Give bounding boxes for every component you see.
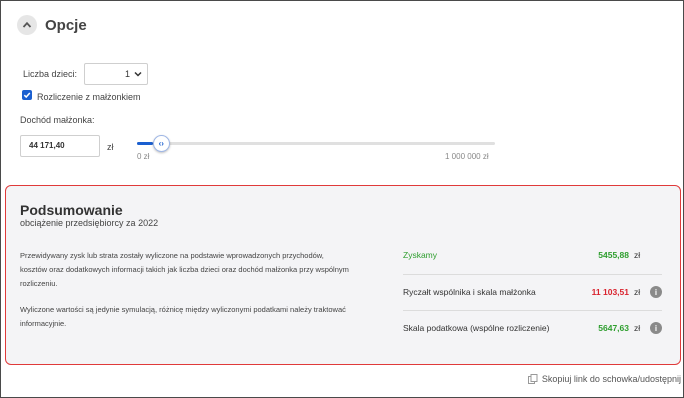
spouse-settlement-label[interactable]: Rozliczenie z małżonkiem: [37, 92, 141, 102]
app-window: Opcje Liczba dzieci: 1 Rozliczenie z mał…: [0, 0, 684, 398]
spouse-income-slider-handle[interactable]: ‹›: [152, 135, 170, 152]
checkmark-icon: [23, 92, 31, 99]
row-unit: zł: [634, 287, 641, 297]
spouse-income-input[interactable]: 44 171,40: [20, 135, 100, 157]
summary-paragraph-1: Przewidywany zysk lub strata zostały wyl…: [20, 251, 349, 288]
spouse-income-slider-track[interactable]: [137, 142, 495, 145]
copy-link-button[interactable]: Skopiuj link do schowka/udostępnij: [527, 374, 681, 384]
chevron-up-icon[interactable]: [17, 15, 37, 35]
summary-row-savings: Zyskamy 5455,88 zł: [403, 237, 662, 273]
summary-subtitle: obciążenie przedsiębiorcy za 2022: [20, 218, 159, 228]
summary-title: Podsumowanie: [20, 202, 123, 218]
copy-link-label: Skopiuj link do schowka/udostępnij: [541, 374, 681, 384]
row-unit: zł: [634, 323, 641, 333]
options-title: Opcje: [45, 16, 87, 34]
children-count-select[interactable]: 1: [84, 63, 148, 85]
summary-row-tax-scale: Skala podatkowa (wspólne rozliczenie) 56…: [403, 310, 662, 346]
children-count-label: Liczba dzieci:: [23, 69, 78, 79]
children-count-value: 1: [124, 69, 130, 79]
row-value: 5647,63: [598, 323, 629, 333]
row-label: Skala podatkowa (wspólne rozliczenie): [403, 323, 550, 333]
row-value: 11 103,51: [591, 287, 629, 297]
slider-max-label: 1 000 000 zł: [445, 152, 489, 161]
summary-paragraph-2: Wyliczone wartości są jedynie symulacją,…: [20, 305, 346, 328]
copy-icon: [527, 374, 538, 384]
slider-min-label: 0 zł: [137, 152, 150, 161]
spouse-income-label: Dochód małżonka:: [20, 115, 95, 125]
slider-arrows-icon: ‹›: [158, 139, 164, 148]
info-icon[interactable]: i: [650, 322, 662, 334]
options-section-header[interactable]: Opcje: [17, 15, 87, 35]
spouse-income-slider-fill: [137, 142, 153, 145]
chevron-down-icon: [134, 71, 142, 77]
spouse-settlement-checkbox[interactable]: [22, 90, 32, 100]
row-label: Ryczałt wspólnika i skala małżonka: [403, 287, 536, 297]
row-value: 5455,88: [598, 250, 629, 260]
row-unit: zł: [634, 250, 641, 260]
info-icon[interactable]: i: [650, 286, 662, 298]
summary-row-flat-tax: Ryczałt wspólnika i skala małżonka 11 10…: [403, 274, 662, 310]
row-label: Zyskamy: [403, 250, 437, 260]
spouse-income-unit: zł: [107, 142, 114, 152]
